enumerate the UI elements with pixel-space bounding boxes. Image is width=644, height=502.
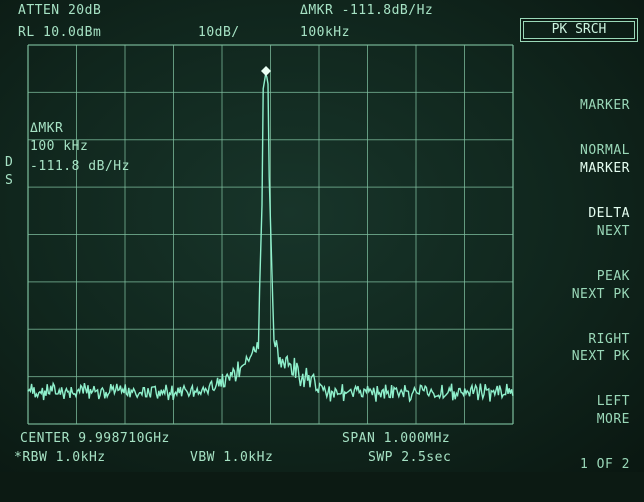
atten-readout: ATTEN 20dB xyxy=(18,3,102,18)
delta-marker-level-top: ΔMKR -111.8dB/Hz xyxy=(300,3,434,18)
span-readout: SPAN 1.000MHz xyxy=(342,431,451,446)
softkey-line1: NEXT PK xyxy=(571,287,630,302)
softkey-line1: MARKER xyxy=(580,98,630,113)
vbw-readout: VBW 1.0kHz xyxy=(190,450,274,465)
side-label-s: S xyxy=(5,173,14,188)
marker-readout-freq: 100 kHz xyxy=(30,139,89,154)
softkey-line1: NEXT PK xyxy=(571,349,630,364)
softkey-more[interactable]: MORE 1 OF 2 xyxy=(580,382,630,502)
sweep-time-readout: SWP 2.5sec xyxy=(368,450,452,465)
softkey-line1: MARKER xyxy=(580,161,630,176)
softkey-line2: 1 OF 2 xyxy=(580,457,630,472)
delta-marker-freq-top: 100kHz xyxy=(300,25,350,40)
rbw-readout: *RBW 1.0kHz xyxy=(14,450,106,465)
marker-readout-label: ΔMKR xyxy=(30,121,64,136)
scale-readout: 10dB/ xyxy=(198,25,240,40)
ref-level-readout: RL 10.0dBm xyxy=(18,25,102,40)
softkey-line1: NEXT xyxy=(596,224,630,239)
analyzer-screen: ATTEN 20dB RL 10.0dBm 10dB/ ΔMKR -111.8d… xyxy=(0,0,644,472)
softkey-line1: MORE xyxy=(596,412,630,427)
center-freq-readout: CENTER 9.998710GHz xyxy=(20,431,170,446)
side-label-d: D xyxy=(5,155,14,170)
spectrum-display xyxy=(27,44,514,425)
marker-readout-level: -111.8 dB/Hz xyxy=(30,159,130,174)
marker-diamond-icon xyxy=(261,66,271,76)
menu-title-pk-srch: PK SRCH xyxy=(520,18,638,42)
